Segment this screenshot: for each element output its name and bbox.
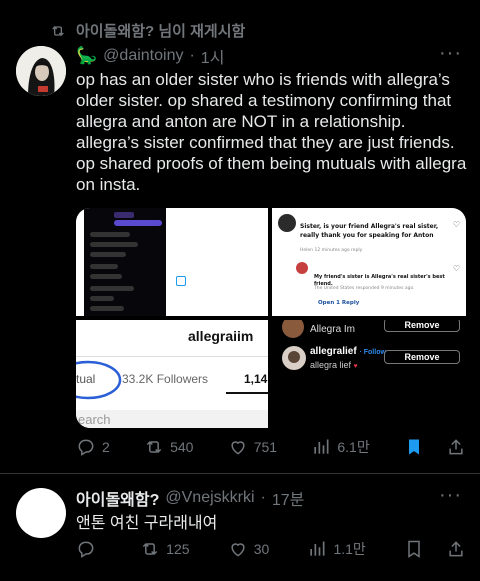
reply-button[interactable] <box>76 539 102 559</box>
repost-icon <box>146 440 162 454</box>
more-icon[interactable]: ··· <box>439 484 462 507</box>
media-image-chat[interactable] <box>76 208 268 316</box>
mutual-label: tual <box>76 372 96 386</box>
user2-handle: allegralief <box>310 346 357 357</box>
reply-button[interactable]: 2 <box>76 437 110 457</box>
tweet-body: op has an older sister who is friends wi… <box>76 70 467 194</box>
more-icon[interactable]: ··· <box>439 42 462 65</box>
reply-header: 아이돌왜함? @Vnejskkrki · 17분 <box>76 486 304 510</box>
tweet-time[interactable]: 1시 <box>201 44 225 68</box>
repost-button[interactable]: 125 <box>140 539 190 559</box>
reply-time[interactable]: 17분 <box>272 486 305 510</box>
tweet-header: 🦕 @daintoiny · 1시 <box>76 44 225 68</box>
repost-label: 아이돌왜함? 님이 재게시함 <box>76 23 246 40</box>
reply-count: 2 <box>102 439 110 455</box>
profile-name: allegraiim <box>188 328 254 344</box>
views-count: 6.1만 <box>337 439 370 455</box>
share-icon[interactable] <box>446 437 466 457</box>
comment-meta: Helen 12 minutes ago reply <box>300 248 363 253</box>
repost-icon <box>52 25 64 36</box>
comment-text: Sister, is your friend Allegra's real si… <box>300 223 439 239</box>
reply-meta: The United States responded 9 minutes ag… <box>314 286 415 291</box>
like-button[interactable]: 751 <box>228 437 277 457</box>
remove-button-1: Remove <box>384 320 460 332</box>
like-icon <box>231 441 245 455</box>
media-image-comments[interactable]: Sister, is your friend Allegra's real si… <box>272 208 466 316</box>
divider <box>0 473 480 474</box>
reply-actions: 125 30 1.1만 <box>76 539 466 559</box>
repost-count: 125 <box>166 541 190 557</box>
user1-name: Allegra Im <box>310 324 356 335</box>
reply-handle[interactable]: @Vnejskkrki <box>165 489 254 507</box>
following-count: 1,14 <box>244 372 268 386</box>
views-button[interactable]: 6.1만 <box>311 437 370 457</box>
views-icon <box>314 439 329 454</box>
reply-icon <box>78 541 94 558</box>
like-count: 30 <box>253 541 270 557</box>
remove-button-2: Remove <box>384 350 460 364</box>
media-image-followers[interactable]: Allegra Im Remove allegralief · Follow a… <box>272 320 466 428</box>
search-partial: earch <box>78 412 111 427</box>
reply-body: 앤톤 여친 구라래내여 <box>76 515 218 532</box>
followers-count: 33.2K Followers <box>122 372 209 386</box>
tweet-handle[interactable]: @daintoiny <box>103 47 183 65</box>
views-count: 1.1만 <box>333 541 366 557</box>
repost-button[interactable]: 540 <box>144 437 193 457</box>
repost-indicator[interactable]: 아이돌왜함? 님이 재게시함 <box>50 20 245 41</box>
bookmark-icon[interactable] <box>404 437 424 457</box>
bookmark-icon[interactable] <box>404 539 424 559</box>
avatar[interactable] <box>16 488 66 538</box>
reply-author-name[interactable]: 아이돌왜함? <box>76 486 159 510</box>
avatar[interactable] <box>16 46 66 96</box>
like-button[interactable]: 30 <box>228 539 270 559</box>
user2-name: allegra lief <box>310 360 352 370</box>
views-icon <box>310 541 325 556</box>
media-image-profile[interactable]: allegraiim tual 33.2K Followers 1,14 ear… <box>76 320 268 428</box>
media-grid[interactable]: Sister, is your friend Allegra's real si… <box>76 208 466 428</box>
open-reply-link: Open 1 Reply <box>318 300 360 306</box>
like-icon <box>231 543 245 557</box>
tweet-actions: 2 540 751 6.1만 <box>76 437 466 457</box>
repost-count: 540 <box>170 439 194 455</box>
repost-icon <box>142 542 158 556</box>
follow-label: · Follow <box>359 349 386 356</box>
views-button[interactable]: 1.1만 <box>307 539 366 559</box>
dinosaur-emoji: 🦕 <box>76 46 98 65</box>
share-icon[interactable] <box>446 539 466 559</box>
like-count: 751 <box>253 439 278 455</box>
reply-icon <box>78 439 94 456</box>
